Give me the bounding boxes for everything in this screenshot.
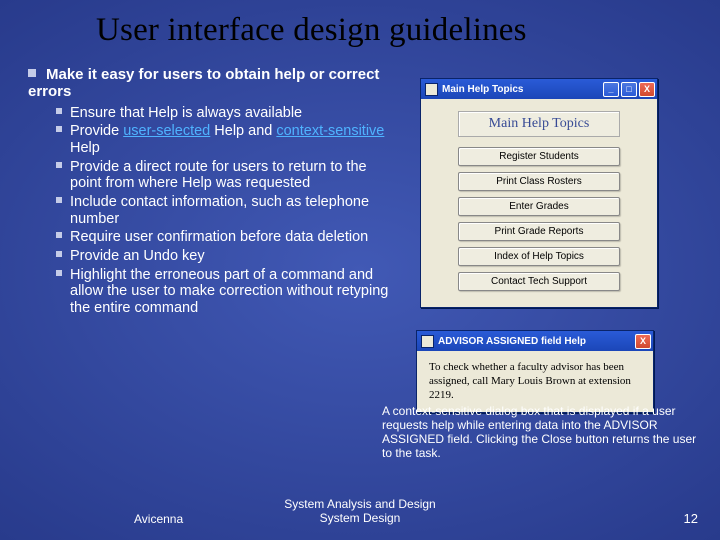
print-class-rosters-button[interactable]: Print Class Rosters (458, 172, 620, 191)
list-item: Provide user-selected Help and context-s… (56, 123, 408, 156)
close-button[interactable]: X (635, 334, 651, 349)
bullet-list: Make it easy for users to obtain help or… (28, 66, 408, 319)
index-help-button[interactable]: Index of Help Topics (458, 247, 620, 266)
print-grade-reports-button[interactable]: Print Grade Reports (458, 222, 620, 241)
item-text: Provide a direct route for users to retu… (70, 159, 390, 192)
enter-grades-button[interactable]: Enter Grades (458, 197, 620, 216)
list-item: Include contact information, such as tel… (56, 194, 408, 227)
contact-tech-support-button[interactable]: Contact Tech Support (458, 272, 620, 291)
main-help-dialog: Main Help Topics _ □ X Main Help Topics … (420, 78, 658, 308)
minimize-button[interactable]: _ (603, 82, 619, 97)
item-text: Provide an Undo key (70, 248, 390, 265)
register-students-button[interactable]: Register Students (458, 147, 620, 166)
context-sensitive-link[interactable]: context-sensitive (276, 123, 384, 139)
square-bullet-icon (56, 126, 62, 132)
list-item: Require user confirmation before data de… (56, 229, 408, 246)
titlebar[interactable]: ADVISOR ASSIGNED field Help X (417, 331, 653, 351)
square-bullet-icon (56, 270, 62, 276)
list-item: Ensure that Help is always available (56, 105, 408, 122)
figure-caption: A context-sensitive dialog box that is d… (382, 404, 698, 461)
item-text: Require user confirmation before data de… (70, 229, 390, 246)
item-text: Provide user-selected Help and context-s… (70, 123, 390, 156)
dialog-title: Main Help Topics (442, 84, 524, 95)
dialog-body: Main Help Topics Register Students Print… (421, 99, 657, 307)
heading-text: Make it easy for users to obtain help or… (28, 66, 379, 100)
item-text: Include contact information, such as tel… (70, 194, 390, 227)
item-text: Ensure that Help is always available (70, 105, 390, 122)
square-bullet-icon (56, 108, 62, 114)
user-selected-link[interactable]: user-selected (123, 123, 210, 139)
square-bullet-icon (56, 251, 62, 257)
footer-center: System Analysis and DesignSystem Design (0, 498, 720, 526)
square-bullet-icon (56, 232, 62, 238)
item-text: Highlight the erroneous part of a comman… (70, 267, 390, 317)
titlebar[interactable]: Main Help Topics _ □ X (421, 79, 657, 99)
slide-title: User interface design guidelines (96, 12, 527, 49)
page-number: 12 (684, 511, 698, 526)
advisor-help-dialog: ADVISOR ASSIGNED field Help X To check w… (416, 330, 654, 413)
square-bullet-icon (28, 69, 36, 77)
heading-bullet: Make it easy for users to obtain help or… (28, 66, 408, 101)
dialog-title: ADVISOR ASSIGNED field Help (438, 336, 586, 347)
list-item: Provide an Undo key (56, 248, 408, 265)
list-item: Provide a direct route for users to retu… (56, 159, 408, 192)
square-bullet-icon (56, 197, 62, 203)
list-item: Highlight the erroneous part of a comman… (56, 267, 408, 317)
app-icon (421, 335, 434, 348)
close-button[interactable]: X (639, 82, 655, 97)
square-bullet-icon (56, 162, 62, 168)
help-banner: Main Help Topics (458, 111, 620, 137)
maximize-button[interactable]: □ (621, 82, 637, 97)
app-icon (425, 83, 438, 96)
